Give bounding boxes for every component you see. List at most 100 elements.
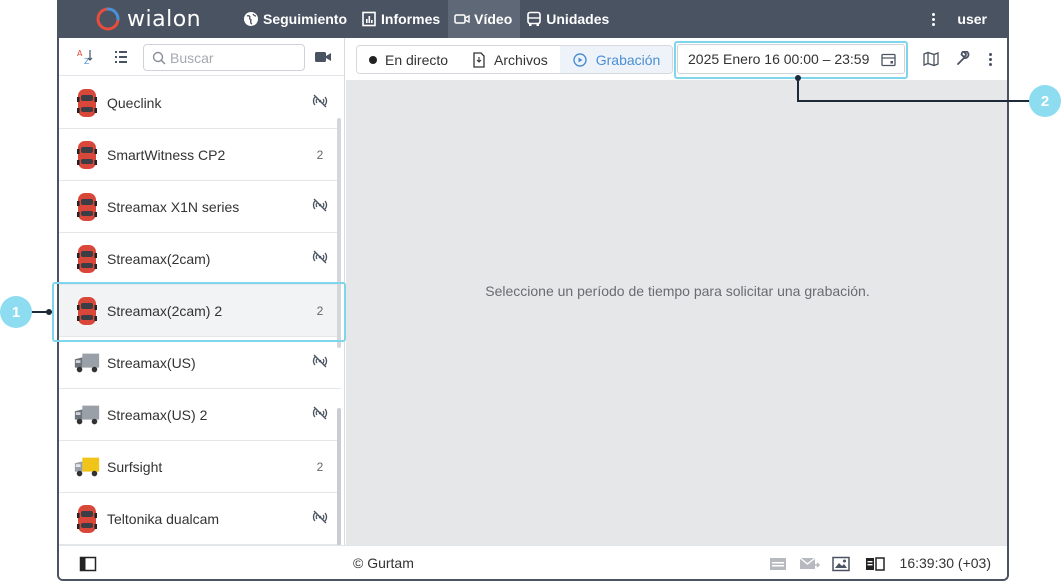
unit-sidebar: AZ Queclink SmartWitness CP2 2 Streamax X1N… [59, 38, 345, 579]
nav-units[interactable]: Unidades [520, 0, 617, 38]
unit-row[interactable]: Surfsight 2 [59, 441, 341, 493]
offline-icon [311, 198, 329, 215]
video-toolbar: En directo Archivos Grabación 2025 Enero… [346, 38, 1007, 80]
camera-count: 2 [316, 303, 324, 318]
car-icon [73, 503, 101, 535]
search-icon [152, 51, 166, 65]
callout-2-line-vertical [797, 78, 799, 102]
video-main-panel: En directo Archivos Grabación 2025 Enero… [346, 38, 1007, 545]
unit-name: Streamax(US) [107, 354, 196, 371]
unit-name: Surfsight [107, 458, 163, 475]
callout-badge-2: 2 [1029, 85, 1061, 117]
video-camera-icon [454, 14, 470, 24]
list-view-icon[interactable] [111, 47, 131, 67]
settings-wrench-icon[interactable] [954, 50, 972, 68]
car-icon [73, 243, 101, 275]
truck-icon [73, 347, 101, 379]
copyright: © Gurtam [353, 555, 414, 571]
mode-files-label: Archivos [494, 51, 548, 68]
more-menu-icon[interactable] [925, 11, 941, 27]
nav-units-label: Unidades [546, 11, 610, 27]
monitoring-panel-icon[interactable] [865, 556, 885, 572]
nav-reports[interactable]: Informes [355, 0, 448, 38]
offline-icon [311, 250, 329, 267]
mode-live-label: En directo [385, 51, 449, 68]
image-icon[interactable] [832, 556, 850, 572]
file-icon [473, 51, 485, 68]
wialon-logo-icon [96, 7, 120, 31]
date-range-picker[interactable]: 2025 Enero 16 00:00 – 23:59 [677, 44, 905, 74]
map-icon[interactable] [922, 50, 940, 68]
notification-icon[interactable] [769, 556, 787, 572]
unit-row[interactable]: SmartWitness CP2 2 [59, 129, 341, 181]
toggle-sidebar-icon[interactable] [79, 556, 97, 572]
unit-row[interactable]: Streamax X1N series [59, 181, 341, 233]
mail-icon[interactable] [799, 556, 821, 572]
offline-icon [311, 94, 329, 111]
empty-state-message: Seleccione un período de tiempo para sol… [485, 283, 870, 299]
user-menu[interactable]: user [957, 11, 987, 27]
nav-tracking[interactable]: Seguimiento [237, 0, 355, 38]
more-options-icon[interactable] [981, 50, 999, 68]
live-dot-icon [369, 55, 377, 64]
car-icon [73, 139, 101, 171]
camera-count: 2 [316, 147, 324, 162]
callout-2-line-horizontal [797, 100, 1031, 102]
svg-text:A: A [77, 49, 83, 58]
car-icon [73, 191, 101, 223]
brand-name: wialon [127, 6, 202, 32]
car-icon [73, 295, 101, 327]
date-range-value: 2025 Enero 16 00:00 – 23:59 [688, 51, 870, 67]
yellow-truck-icon [73, 451, 101, 483]
unit-list: Queclink SmartWitness CP2 2 Streamax X1N se… [59, 77, 341, 545]
unit-row[interactable]: Streamax(US) [59, 337, 341, 389]
top-right-controls: user [925, 0, 987, 38]
truck-icon [73, 399, 101, 431]
sidebar-toolbar: AZ [59, 38, 344, 76]
unit-row[interactable]: Streamax(2cam) [59, 233, 341, 285]
top-navigation-bar: wialon Seguimiento Informes Vídeo Unidad… [59, 0, 1007, 38]
unit-row[interactable]: Streamax(2cam) 2 2 [59, 285, 341, 337]
mode-files[interactable]: Archivos [460, 46, 560, 73]
unit-row[interactable]: Queclink [59, 77, 341, 129]
nav-video[interactable]: Vídeo [448, 0, 521, 38]
mode-recording[interactable]: Grabación [559, 46, 673, 73]
unit-name: Streamax(US) 2 [107, 406, 208, 423]
unit-list-scrollbar[interactable] [337, 118, 341, 579]
unit-row[interactable]: Teltonika dualcam [59, 493, 341, 545]
mode-live[interactable]: En directo [357, 46, 460, 73]
globe-icon [244, 12, 258, 26]
nav-reports-label: Informes [381, 11, 441, 27]
wialon-app-window: wialon Seguimiento Informes Vídeo Unidad… [57, 0, 1009, 581]
car-icon [73, 87, 101, 119]
unit-name: Streamax(2cam) 2 [107, 302, 223, 319]
nav-video-label: Vídeo [474, 11, 513, 27]
camera-filter-icon[interactable] [313, 47, 333, 67]
status-footer: © Gurtam 16:39:30 (+03) [59, 545, 1007, 579]
unit-name: SmartWitness CP2 [107, 146, 226, 163]
nav-tracking-label: Seguimiento [263, 11, 348, 27]
unit-name: Streamax(2cam) [107, 250, 211, 267]
wialon-logo[interactable]: wialon [95, 6, 202, 32]
sort-az-icon[interactable]: AZ [75, 47, 95, 67]
report-icon [362, 11, 376, 27]
main-nav: Seguimiento Informes Vídeo Unidades [237, 0, 617, 38]
unit-search-field[interactable] [143, 44, 305, 71]
offline-icon [311, 406, 329, 423]
search-input[interactable] [170, 49, 290, 66]
offline-icon [311, 354, 329, 371]
server-clock: 16:39:30 (+03) [899, 555, 991, 571]
playback-icon [573, 52, 587, 67]
unit-row[interactable]: Streamax(US) 2 [59, 389, 341, 441]
video-player-area: Seleccione un período de tiempo para sol… [346, 80, 1007, 545]
mode-recording-label: Grabación [595, 51, 661, 68]
callout-1-node [46, 309, 52, 315]
camera-count: 2 [316, 459, 324, 474]
unit-name: Queclink [107, 94, 162, 111]
unit-name: Teltonika dualcam [107, 510, 220, 527]
offline-icon [311, 510, 329, 527]
video-mode-switch: En directo Archivos Grabación [356, 45, 674, 74]
unit-name: Streamax X1N series [107, 198, 240, 215]
callout-badge-1: 1 [0, 296, 32, 328]
bus-icon [527, 11, 542, 26]
